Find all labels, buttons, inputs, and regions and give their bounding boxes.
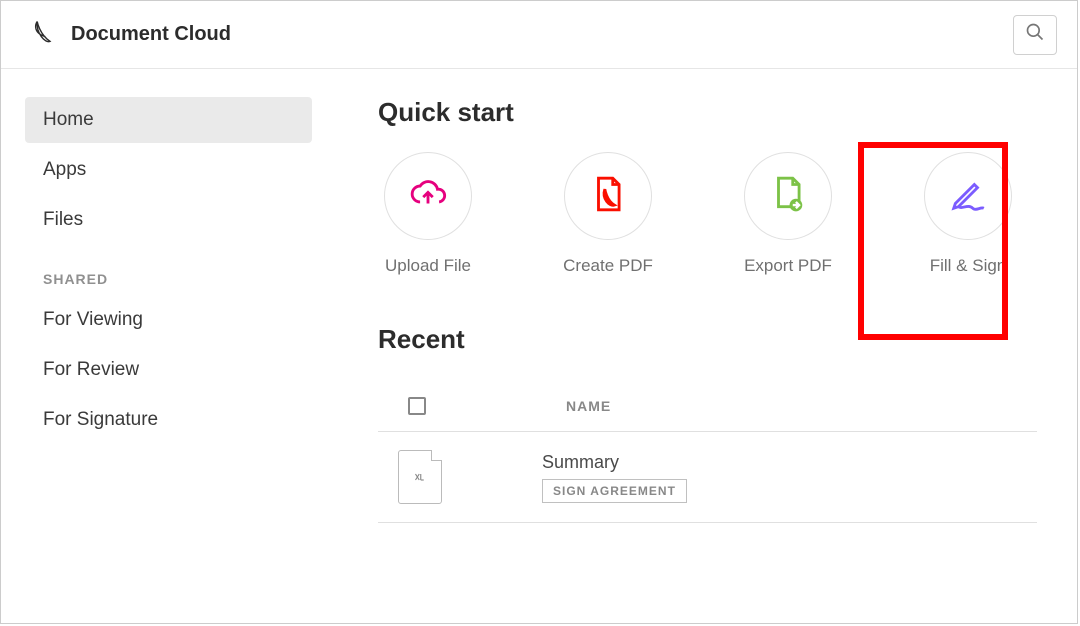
sidebar-item-home[interactable]: Home [25,97,312,143]
sidebar-item-label: Apps [43,159,86,181]
search-icon [1025,22,1045,47]
recent-heading: Recent [378,324,1077,355]
main-content: Quick start Upload File [336,69,1077,623]
header: Document Cloud [1,1,1077,69]
quick-circle [744,152,832,240]
file-name: Summary [542,452,687,473]
column-name: NAME [566,398,611,414]
app-title: Document Cloud [71,23,231,46]
xls-file-icon [398,450,442,504]
acrobat-logo-icon [29,18,57,51]
app-frame: Document Cloud Home Apps Files SHARED [0,0,1078,624]
header-left: Document Cloud [29,18,231,51]
quick-item-export-pdf[interactable]: Export PDF [738,152,838,276]
quick-item-upload-file[interactable]: Upload File [378,152,478,276]
quick-start-row: Upload File Create PDF [378,152,1077,276]
select-all-checkbox[interactable] [408,397,426,415]
sidebar-item-label: Home [43,109,94,131]
sidebar-item-files[interactable]: Files [25,197,312,243]
recent-table-header: NAME [378,379,1037,432]
search-button[interactable] [1013,15,1057,55]
sidebar-item-label: Files [43,209,83,231]
sign-agreement-button[interactable]: SIGN AGREEMENT [542,479,687,503]
quick-label: Fill & Sign [930,256,1007,276]
quick-label: Upload File [385,256,471,276]
quick-label: Export PDF [744,256,832,276]
sidebar-item-label: For Review [43,359,139,381]
recent-file-row[interactable]: Summary SIGN AGREEMENT [378,432,1037,523]
sidebar-item-label: For Signature [43,409,158,431]
quick-start-heading: Quick start [378,97,1077,128]
pdf-file-icon [589,175,627,218]
quick-label: Create PDF [563,256,653,276]
sidebar: Home Apps Files SHARED For Viewing For R… [1,69,336,623]
sidebar-item-for-signature[interactable]: For Signature [25,397,312,443]
quick-item-fill-and-sign[interactable]: Fill & Sign [918,152,1018,276]
sign-pen-icon [949,175,987,218]
quick-circle [564,152,652,240]
quick-circle [384,152,472,240]
quick-item-create-pdf[interactable]: Create PDF [558,152,658,276]
sidebar-item-label: For Viewing [43,309,143,331]
sidebar-item-for-viewing[interactable]: For Viewing [25,297,312,343]
sidebar-item-apps[interactable]: Apps [25,147,312,193]
body: Home Apps Files SHARED For Viewing For R… [1,69,1077,623]
export-file-icon [769,175,807,218]
sidebar-item-for-review[interactable]: For Review [25,347,312,393]
quick-circle [924,152,1012,240]
upload-cloud-icon [409,175,447,218]
sidebar-section-shared: SHARED [25,247,312,297]
file-meta: Summary SIGN AGREEMENT [542,452,687,503]
